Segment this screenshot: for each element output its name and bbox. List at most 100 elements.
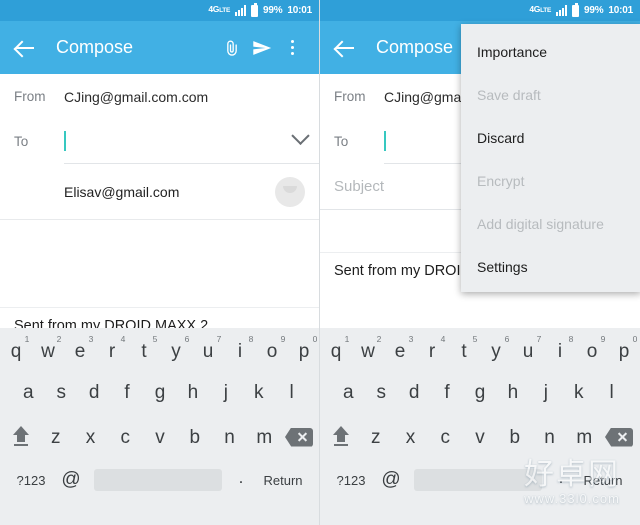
paperclip-icon[interactable] bbox=[217, 33, 247, 63]
key-u[interactable]: 7u bbox=[192, 332, 224, 370]
key-num: 8 bbox=[568, 334, 574, 344]
signal-bars-icon bbox=[556, 5, 567, 16]
message-body-left[interactable] bbox=[0, 220, 319, 308]
symbols-key[interactable]: ?123 bbox=[328, 473, 374, 488]
send-icon[interactable] bbox=[247, 33, 277, 63]
to-input[interactable] bbox=[64, 119, 319, 164]
from-label: From bbox=[334, 89, 366, 104]
key-y[interactable]: 6y bbox=[480, 332, 512, 370]
key-x[interactable]: x bbox=[396, 414, 426, 460]
key-w[interactable]: 2w bbox=[32, 332, 64, 370]
key-r[interactable]: 4r bbox=[96, 332, 128, 370]
key-u[interactable]: 7u bbox=[512, 332, 544, 370]
menu-item-importance[interactable]: Importance bbox=[461, 30, 640, 73]
return-key[interactable]: Return bbox=[574, 473, 632, 488]
key-k[interactable]: k bbox=[564, 370, 593, 414]
key-p[interactable]: 0p bbox=[288, 332, 319, 370]
menu-item-discard[interactable]: Discard bbox=[461, 116, 640, 159]
key-l[interactable]: l bbox=[277, 370, 306, 414]
menu-item-save-draft: Save draft bbox=[477, 86, 541, 103]
from-field[interactable]: CJing@gmail.com .com bbox=[64, 74, 319, 119]
key-i[interactable]: 8i bbox=[544, 332, 576, 370]
space-key[interactable] bbox=[94, 469, 222, 491]
battery-icon bbox=[572, 2, 579, 17]
shift-key-icon[interactable] bbox=[6, 414, 36, 460]
at-key[interactable]: @ bbox=[54, 469, 88, 491]
key-r[interactable]: 4r bbox=[416, 332, 448, 370]
key-num: 9 bbox=[600, 334, 606, 344]
return-key[interactable]: Return bbox=[254, 473, 312, 488]
back-arrow-icon[interactable] bbox=[12, 35, 38, 61]
key-s[interactable]: s bbox=[367, 370, 396, 414]
key-num: 2 bbox=[376, 334, 382, 344]
key-c[interactable]: c bbox=[430, 414, 460, 460]
overflow-menu-icon[interactable] bbox=[277, 33, 307, 63]
key-j[interactable]: j bbox=[212, 370, 241, 414]
key-o[interactable]: 9o bbox=[576, 332, 608, 370]
key-c[interactable]: c bbox=[110, 414, 140, 460]
key-o[interactable]: 9o bbox=[256, 332, 288, 370]
key-q[interactable]: 1q bbox=[320, 332, 352, 370]
key-m[interactable]: m bbox=[569, 414, 599, 460]
key-k[interactable]: k bbox=[244, 370, 273, 414]
symbols-key[interactable]: ?123 bbox=[8, 473, 54, 488]
key-b[interactable]: b bbox=[180, 414, 210, 460]
menu-item-settings[interactable]: Settings bbox=[461, 245, 640, 288]
key-char: s bbox=[56, 381, 66, 403]
key-f[interactable]: f bbox=[113, 370, 142, 414]
key-j[interactable]: j bbox=[532, 370, 561, 414]
key-i[interactable]: 8i bbox=[224, 332, 256, 370]
key-z[interactable]: z bbox=[361, 414, 391, 460]
key-s[interactable]: s bbox=[47, 370, 76, 414]
key-n[interactable]: n bbox=[535, 414, 565, 460]
key-v[interactable]: v bbox=[465, 414, 495, 460]
key-num: 8 bbox=[248, 334, 254, 344]
battery-icon bbox=[251, 2, 258, 17]
app-bar: Compose bbox=[0, 21, 319, 74]
period-key[interactable]: . bbox=[228, 468, 254, 492]
key-w[interactable]: 2w bbox=[352, 332, 384, 370]
key-t[interactable]: 5t bbox=[128, 332, 160, 370]
keyboard-row-4: ?123 @ . Return bbox=[320, 460, 640, 500]
period-key[interactable]: . bbox=[548, 468, 574, 492]
shift-key-icon[interactable] bbox=[326, 414, 356, 460]
keyboard-row-2: a s d f g h j k l bbox=[0, 370, 319, 414]
key-n[interactable]: n bbox=[215, 414, 245, 460]
key-x[interactable]: x bbox=[76, 414, 106, 460]
space-key[interactable] bbox=[414, 469, 542, 491]
backspace-key-icon[interactable] bbox=[284, 414, 314, 460]
key-char: p bbox=[298, 340, 310, 362]
menu-item-add-digital-signature: Add digital signature bbox=[477, 215, 604, 232]
key-y[interactable]: 6y bbox=[160, 332, 192, 370]
at-key[interactable]: @ bbox=[374, 469, 408, 491]
key-d[interactable]: d bbox=[80, 370, 109, 414]
back-arrow-icon[interactable] bbox=[332, 35, 358, 61]
status-bar: 4GLTE 99% 10:01 bbox=[0, 0, 319, 21]
key-t[interactable]: 5t bbox=[448, 332, 480, 370]
key-char: q bbox=[330, 340, 342, 362]
contact-suggestion-item[interactable]: Elisav@gmail.com bbox=[0, 164, 319, 220]
key-l[interactable]: l bbox=[597, 370, 626, 414]
key-h[interactable]: h bbox=[179, 370, 208, 414]
key-m[interactable]: m bbox=[249, 414, 279, 460]
key-g[interactable]: g bbox=[466, 370, 495, 414]
key-g[interactable]: g bbox=[146, 370, 175, 414]
key-b[interactable]: b bbox=[500, 414, 530, 460]
screenshot-root: 4GLTE 99% 10:01 Compose From CJing@gmail… bbox=[0, 0, 640, 525]
key-char: q bbox=[10, 340, 22, 362]
key-z[interactable]: z bbox=[41, 414, 71, 460]
backspace-key-icon[interactable] bbox=[604, 414, 634, 460]
status-bar-right: 4GLTE 99% 10:01 bbox=[320, 0, 640, 21]
key-char: e bbox=[394, 340, 406, 362]
key-a[interactable]: a bbox=[14, 370, 43, 414]
key-h[interactable]: h bbox=[499, 370, 528, 414]
key-e[interactable]: 3e bbox=[64, 332, 96, 370]
chevron-down-icon[interactable] bbox=[291, 126, 310, 145]
key-v[interactable]: v bbox=[145, 414, 175, 460]
key-d[interactable]: d bbox=[400, 370, 429, 414]
key-q[interactable]: 1q bbox=[0, 332, 32, 370]
key-e[interactable]: 3e bbox=[384, 332, 416, 370]
key-p[interactable]: 0p bbox=[608, 332, 640, 370]
key-f[interactable]: f bbox=[433, 370, 462, 414]
key-a[interactable]: a bbox=[334, 370, 363, 414]
